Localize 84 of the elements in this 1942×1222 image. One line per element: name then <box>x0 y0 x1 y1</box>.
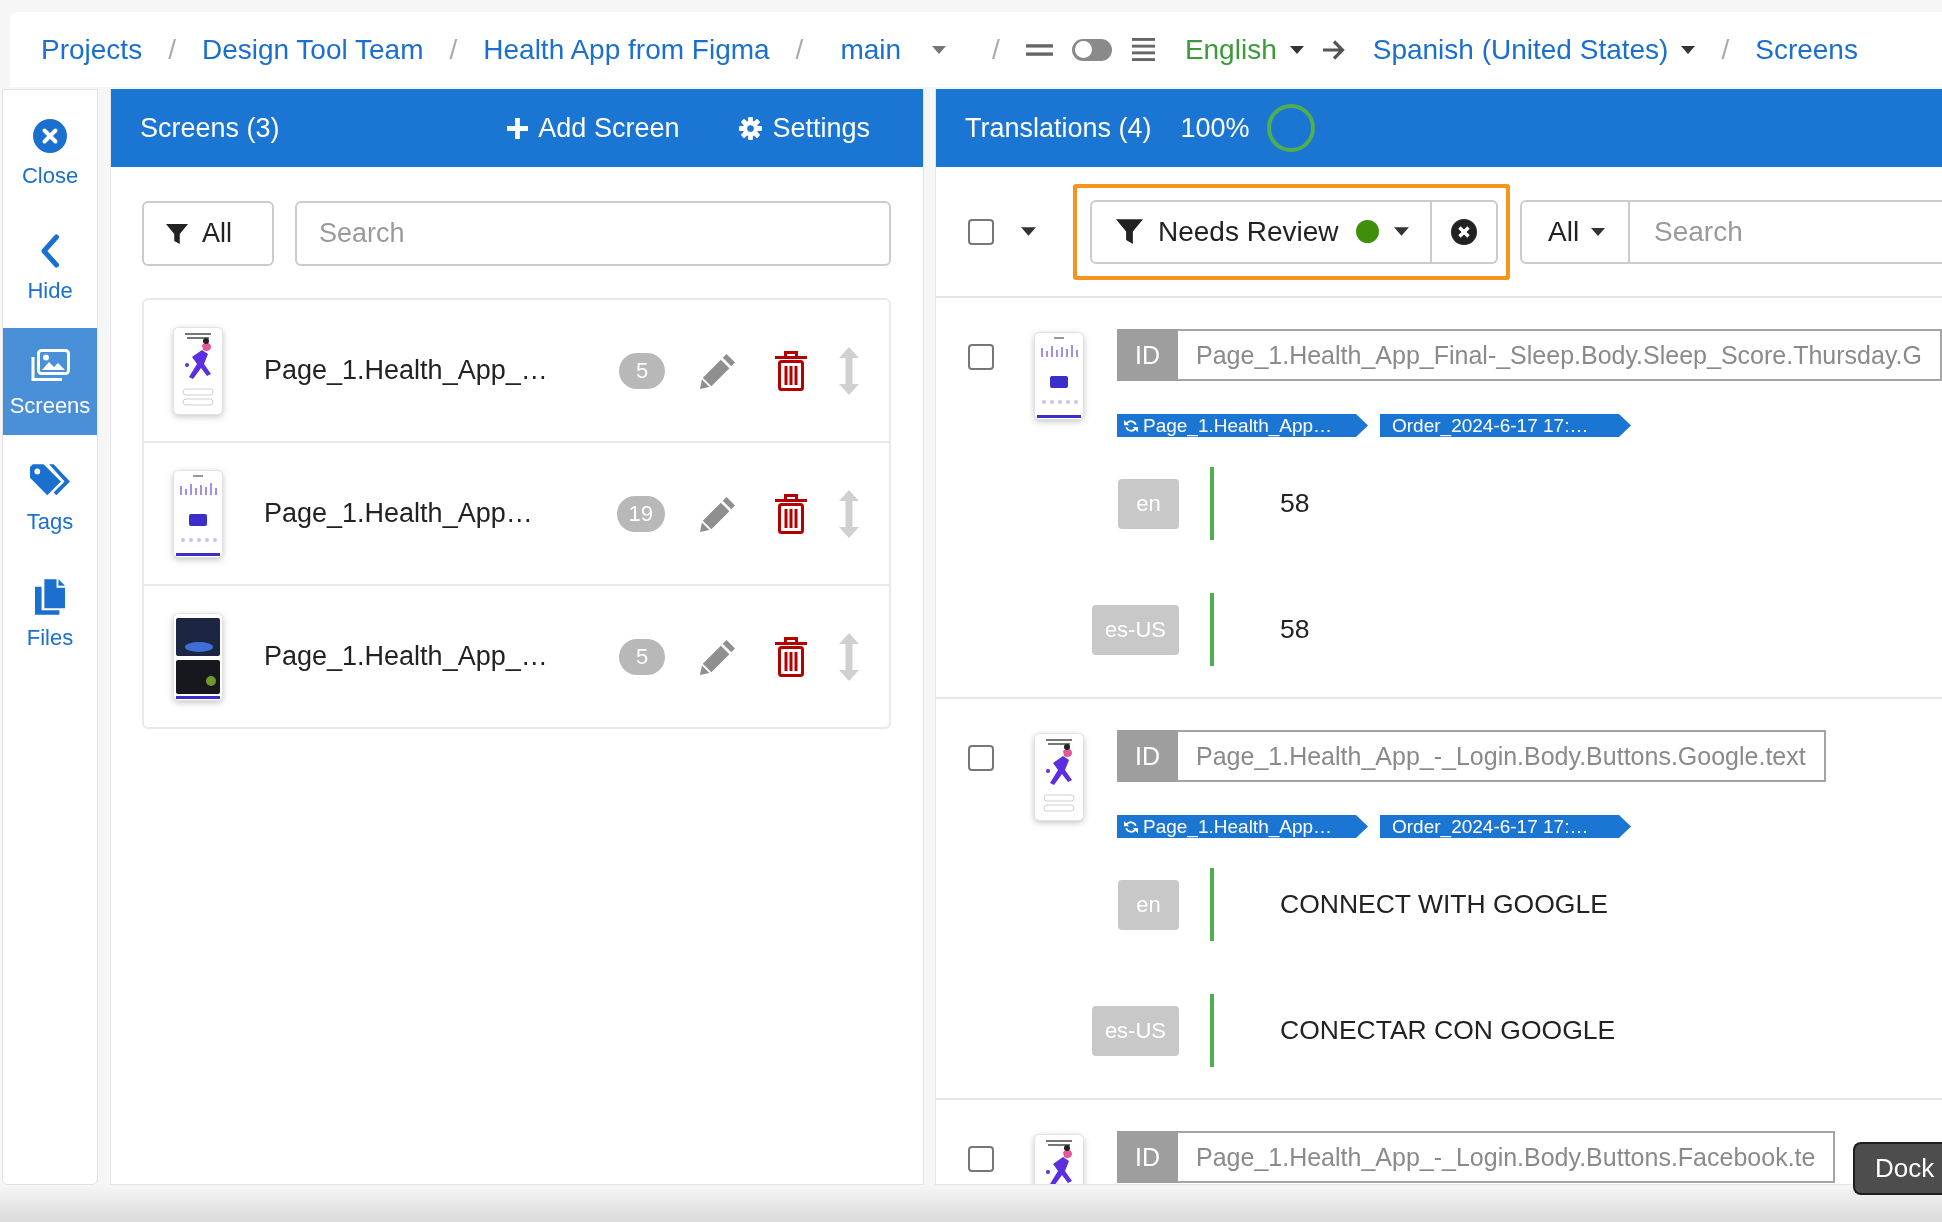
caret-icon <box>1289 45 1304 54</box>
sidebar-item[interactable]: Tags <box>3 443 97 550</box>
status-filter-dropdown[interactable]: Needs Review <box>1090 199 1432 264</box>
select-all-checkbox[interactable] <box>968 218 994 245</box>
checkbox[interactable] <box>968 1146 994 1172</box>
search-field[interactable]: Search <box>1630 199 1942 264</box>
list-icon[interactable] <box>1131 38 1155 61</box>
settings-icon <box>739 116 763 140</box>
pencil-icon[interactable] <box>700 352 736 389</box>
panel-title: Translations (4) <box>965 112 1152 144</box>
tag[interactable]: Page_1.Health_App… <box>1117 815 1368 838</box>
add-screen-button[interactable]: Add Screen <box>507 112 680 144</box>
tag[interactable]: Order_2024-6-17 17:… <box>1380 815 1631 838</box>
caret-icon[interactable] <box>1021 227 1036 236</box>
translation-text: CONECTAR CON GOOGLE <box>1280 1015 1616 1046</box>
translation-text: 58 <box>1280 614 1310 645</box>
translation-text: 58 <box>1280 488 1310 519</box>
id-field[interactable]: Page_1.Health_App_Final-_Sleep.Body.Sleep_Score.Thursday.G <box>1178 329 1942 381</box>
sync-icon <box>1124 418 1138 433</box>
breadcrumb-link[interactable]: Health App from Figma <box>483 33 770 66</box>
drag-handle-icon[interactable] <box>839 632 859 681</box>
files-icon <box>35 579 65 615</box>
equals-icon[interactable] <box>1025 43 1053 56</box>
clear-filter-button[interactable] <box>1432 199 1498 264</box>
status-dot-icon <box>1355 220 1379 243</box>
trash-icon[interactable] <box>775 636 807 677</box>
breadcrumb-link[interactable]: Projects <box>41 33 143 66</box>
arrow-right-icon <box>1321 38 1346 61</box>
caret-icon <box>1393 227 1409 236</box>
filter-button[interactable]: All <box>142 201 274 266</box>
settings-button[interactable]: Settings <box>739 112 870 144</box>
id-label: ID <box>1117 329 1178 381</box>
screen-name: Page_1.Health_App_… <box>264 641 549 672</box>
breadcrumb-link[interactable]: Screens <box>1755 33 1858 66</box>
caret-icon <box>1591 227 1606 236</box>
breadcrumb-separator: / <box>449 33 458 66</box>
pencil-icon[interactable] <box>700 638 736 675</box>
sidebar-item[interactable]: Files <box>3 558 97 665</box>
checkbox[interactable] <box>968 745 994 771</box>
breadcrumb-separator: / <box>168 33 176 66</box>
tag[interactable]: Order_2024-6-17 17:… <box>1380 414 1631 437</box>
translation-text: CONNECT WITH GOOGLE <box>1280 889 1608 920</box>
target-language-dropdown[interactable]: Spanish (United States) <box>1372 33 1696 66</box>
caret-icon <box>932 45 947 54</box>
images-icon <box>30 349 70 383</box>
sidebar-item[interactable]: Close <box>3 98 97 205</box>
screen-name: Page_1.Health_App… <box>264 498 534 529</box>
id-label: ID <box>1117 1131 1178 1183</box>
id-field[interactable]: Page_1.Health_App_-_Login.Body.Buttons.Google.text <box>1178 730 1826 782</box>
filter-icon <box>1116 218 1143 245</box>
id-label: ID <box>1117 730 1178 782</box>
screen-name: Page_1.Health_App_… <box>264 355 549 386</box>
trash-icon[interactable] <box>775 350 807 391</box>
breadcrumb-separator: / <box>1721 33 1730 66</box>
breadcrumb-link[interactable]: Design Tool Team <box>201 33 424 66</box>
checkbox[interactable] <box>968 344 994 370</box>
breadcrumb-separator: / <box>795 33 804 66</box>
count-badge: 19 <box>616 495 665 532</box>
drag-handle-icon[interactable] <box>839 489 859 538</box>
filter-icon <box>166 222 188 245</box>
drag-handle-icon[interactable] <box>839 346 859 395</box>
search-field[interactable]: Search <box>295 201 891 266</box>
pencil-icon[interactable] <box>700 495 736 532</box>
count-badge: 5 <box>619 352 665 389</box>
progress-text: 100% <box>1180 112 1250 144</box>
panel-title: Screens (3) <box>140 112 281 144</box>
sync-icon <box>1124 819 1138 834</box>
chevron-left-icon <box>40 234 60 268</box>
sidebar-item[interactable]: Screens <box>3 328 97 435</box>
breadcrumb-separator: / <box>992 33 1000 66</box>
trash-icon[interactable] <box>775 493 807 534</box>
tag[interactable]: Page_1.Health_App… <box>1117 414 1368 437</box>
count-badge: 5 <box>619 638 665 675</box>
caret-icon <box>1681 45 1696 54</box>
close-icon <box>1451 218 1477 245</box>
language-filter-dropdown[interactable]: All <box>1520 199 1630 264</box>
close-icon <box>33 119 67 153</box>
branch-dropdown[interactable]: main <box>829 33 967 66</box>
id-field[interactable]: Page_1.Health_App_-_Login.Body.Buttons.Facebook.te <box>1178 1131 1836 1183</box>
sidebar-item[interactable]: Hide <box>3 213 97 320</box>
dock-button[interactable]: Dock <box>1853 1142 1942 1195</box>
source-language-dropdown[interactable]: English <box>1184 33 1304 66</box>
view-switch[interactable] <box>1071 38 1112 61</box>
plus-icon <box>507 117 529 139</box>
